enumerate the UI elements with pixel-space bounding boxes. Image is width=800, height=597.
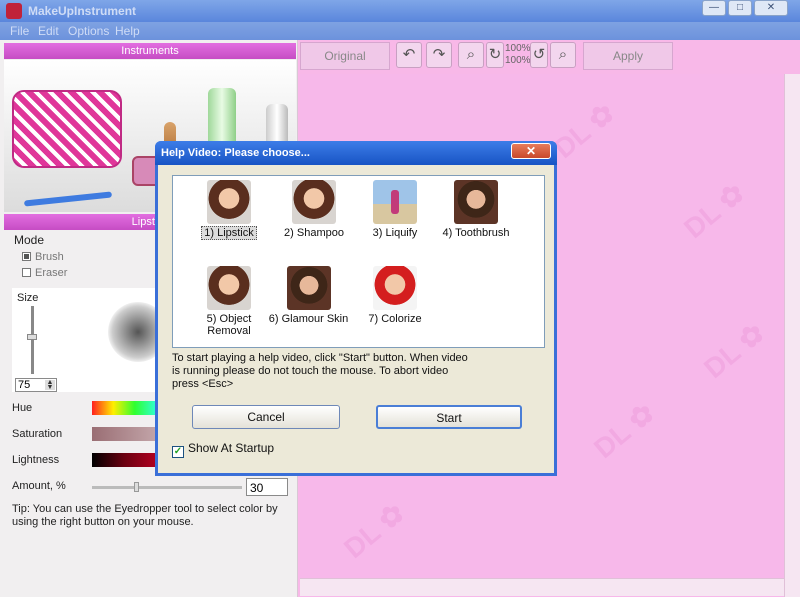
video-item-glamour-skin[interactable]: 6) Glamour Skin [261,266,356,325]
show-at-startup-checkbox[interactable]: ✓ [172,446,184,458]
amount-label: Amount, % [12,480,66,492]
lipstick-thumbnail [207,180,251,224]
window-title: MakeUpInstrument [28,4,137,18]
video-item-label: 2) Shampoo [284,227,344,239]
lightness-bar[interactable] [92,453,156,467]
menu-bar: File Edit Options Help [0,22,800,40]
horizontal-scrollbar[interactable] [300,578,784,596]
eraser-checkbox[interactable] [22,268,31,277]
watermark: DL ✿ [337,496,411,565]
eraser-label: Eraser [35,267,68,279]
video-item-toothbrush[interactable]: 4) Toothbrush [435,180,517,239]
mode-eraser-option[interactable]: Eraser [22,267,67,279]
cancel-button[interactable]: Cancel [192,405,340,429]
brush-checkbox[interactable] [22,252,31,261]
zoom-level-bottom: 100% [505,55,531,66]
zoom-level: 100% 100% [505,43,531,67]
tip-text: Tip: You can use the Eyedropper tool to … [12,503,278,528]
watermark: DL ✿ [547,96,621,165]
start-button[interactable]: Start [376,405,522,429]
video-item-label: 1) Lipstick [201,226,257,240]
liquify-thumbnail [373,180,417,224]
amount-slider-track[interactable] [92,486,242,489]
original-button[interactable]: Original [300,42,390,70]
video-item-shampoo[interactable]: 2) Shampoo [273,180,355,239]
amount-slider-handle[interactable] [134,482,139,492]
undo-icon[interactable]: ↶ [396,42,422,68]
video-item-label: 3) Liquify [372,227,418,239]
colorize-thumbnail [373,266,417,310]
dialog-close-button[interactable]: ✕ [511,143,551,159]
close-window-button[interactable]: ✕ [754,0,788,16]
instruments-header: Instruments [4,43,296,59]
mode-label: Mode [14,233,45,247]
size-input[interactable]: 75 ▲ ▼ [15,378,57,392]
rotate-right-icon[interactable]: ↺ [530,42,548,68]
app-icon [6,3,22,19]
video-item-label: 5) Object Removal [206,313,252,337]
video-item-label: 4) Toothbrush [442,227,510,239]
video-item-object-removal[interactable]: 5) Object Removal [188,266,270,337]
object-removal-thumbnail [207,266,251,310]
rotate-left-icon[interactable]: ↻ [486,42,504,68]
minimize-button[interactable]: — [702,0,726,16]
video-item-liquify[interactable]: 3) Liquify [354,180,436,239]
toothbrush-thumbnail [454,180,498,224]
help-video-dialog: Help Video: Please choose... ✕ 1) Lipsti… [155,141,557,476]
watermark: DL ✿ [677,176,751,245]
dialog-title-bar: Help Video: Please choose... ✕ [155,141,557,165]
dialog-title: Help Video: Please choose... [161,147,310,159]
video-item-label: 7) Colorize [368,313,422,325]
lightness-label: Lightness [12,454,60,466]
hue-bar[interactable] [92,401,156,415]
title-bar: MakeUpInstrument — □ ✕ [0,0,800,22]
menu-options[interactable]: Options [68,24,109,38]
vertical-scrollbar[interactable] [784,74,800,597]
cosmetic-case-image [12,90,122,168]
video-item-lipstick[interactable]: 1) Lipstick [188,180,270,240]
shampoo-thumbnail [292,180,336,224]
menu-help[interactable]: Help [115,24,140,38]
menu-edit[interactable]: Edit [38,24,59,38]
size-value: 75 [18,379,31,391]
zoom-out-icon[interactable]: ⌕ [458,42,484,68]
video-item-colorize[interactable]: 7) Colorize [354,266,436,325]
watermark: DL ✿ [697,316,771,385]
menu-file[interactable]: File [10,24,29,38]
show-at-startup-option[interactable]: ✓ Show At Startup [172,441,274,458]
dialog-instructions: To start playing a help video, click "St… [172,352,468,390]
watermark: DL ✿ [587,396,661,465]
size-slider-handle[interactable] [27,334,37,340]
zoom-level-top: 100% [505,43,531,54]
size-spin-arrows-icon[interactable]: ▲ ▼ [45,379,55,391]
size-label: Size [17,292,39,304]
show-at-startup-label: Show At Startup [188,441,275,455]
video-list: 1) Lipstick 2) Shampoo 3) Liquify 4) Too… [172,175,545,348]
hue-label: Hue [12,402,33,414]
saturation-bar[interactable] [92,427,156,441]
brush-label: Brush [35,251,64,263]
size-slider-track[interactable] [31,306,34,374]
redo-icon[interactable]: ↷ [426,42,452,68]
maximize-button[interactable]: □ [728,0,752,16]
video-item-label: 6) Glamour Skin [268,313,349,325]
glamour-skin-thumbnail [286,266,331,310]
zoom-in-icon[interactable]: ⌕ [550,42,576,68]
amount-value: 30 [250,481,264,495]
mode-brush-option[interactable]: Brush [22,251,64,263]
apply-button[interactable]: Apply [583,42,673,70]
amount-input[interactable]: 30 [246,478,288,496]
saturation-label: Saturation [12,428,63,440]
toothbrush-image [23,191,113,207]
